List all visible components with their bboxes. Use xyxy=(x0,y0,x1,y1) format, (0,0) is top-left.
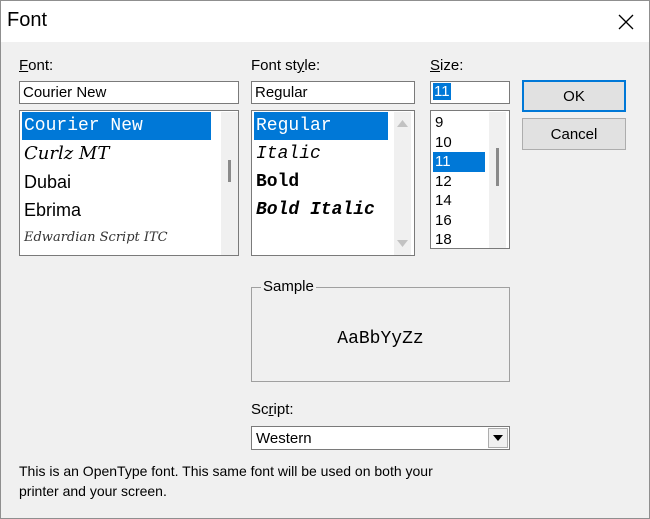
size-list-scrollbar[interactable] xyxy=(489,112,506,248)
font-item-curlz-mt[interactable]: Curlz MT xyxy=(22,140,211,168)
script-label: Script: xyxy=(251,401,294,418)
chevron-down-icon xyxy=(493,435,503,441)
close-button[interactable] xyxy=(603,1,649,42)
size-label: Size: xyxy=(430,57,464,74)
scroll-up-arrow-icon xyxy=(397,120,408,127)
size-list-scroll-thumb[interactable] xyxy=(496,148,499,186)
font-name-input[interactable]: Courier New xyxy=(19,81,239,104)
font-style-item-italic[interactable]: Italic xyxy=(254,140,388,168)
font-item-ebrima[interactable]: Ebrima xyxy=(22,196,211,224)
script-select-value: Western xyxy=(256,430,312,447)
font-list[interactable]: Courier New Curlz MT Dubai Ebrima Edward… xyxy=(19,110,239,256)
sample-text: AaBbYyZz xyxy=(337,329,424,349)
font-style-item-regular[interactable]: Regular xyxy=(254,112,388,140)
font-style-label: Font style: xyxy=(251,57,321,74)
size-item-11[interactable]: 11 xyxy=(433,152,485,172)
font-dialog: Font Font: Courier New Courier New Curlz… xyxy=(0,0,650,519)
font-style-item-bold-italic[interactable]: Bold Italic xyxy=(254,196,388,224)
font-info-line-1: This is an OpenType font. This same font… xyxy=(19,463,433,479)
font-item-dubai[interactable]: Dubai xyxy=(22,168,211,196)
title-bar[interactable]: Font xyxy=(1,1,649,42)
font-list-scroll-thumb[interactable] xyxy=(228,160,231,182)
font-item-edwardian-script-itc[interactable]: Edwardian Script ITC xyxy=(22,224,211,252)
font-style-scrollbar xyxy=(394,112,411,255)
size-input[interactable]: 11 xyxy=(430,81,510,104)
font-info-line-2: printer and your screen. xyxy=(19,483,167,499)
size-item-14[interactable]: 14 xyxy=(433,191,485,211)
script-dropdown-button[interactable] xyxy=(488,428,508,448)
font-item-courier-new[interactable]: Courier New xyxy=(22,112,211,140)
font-list-scrollbar[interactable] xyxy=(221,112,238,255)
font-info-text: This is an OpenType font. This same font… xyxy=(19,461,433,501)
font-style-item-bold[interactable]: Bold xyxy=(254,168,388,196)
close-icon xyxy=(618,14,634,29)
size-item-12[interactable]: 12 xyxy=(433,172,485,192)
size-input-value: 11 xyxy=(433,83,451,100)
size-item-10[interactable]: 10 xyxy=(433,133,485,153)
size-item-9[interactable]: 9 xyxy=(433,113,485,133)
font-style-list[interactable]: Regular Italic Bold Bold Italic xyxy=(251,110,415,256)
dialog-body: Font: Courier New Courier New Curlz MT D… xyxy=(1,42,649,518)
cancel-button[interactable]: Cancel xyxy=(522,118,626,150)
font-label: Font: xyxy=(19,57,54,74)
size-list[interactable]: 9 10 11 12 14 16 18 xyxy=(430,110,510,249)
sample-label: Sample xyxy=(261,278,316,295)
dialog-title: Font xyxy=(7,9,48,31)
script-select[interactable]: Western xyxy=(251,426,510,450)
font-style-input[interactable]: Regular xyxy=(251,81,415,104)
size-item-18[interactable]: 18 xyxy=(433,230,485,248)
ok-button[interactable]: OK xyxy=(522,80,626,112)
size-item-16[interactable]: 16 xyxy=(433,211,485,231)
scroll-down-arrow-icon xyxy=(397,240,408,247)
